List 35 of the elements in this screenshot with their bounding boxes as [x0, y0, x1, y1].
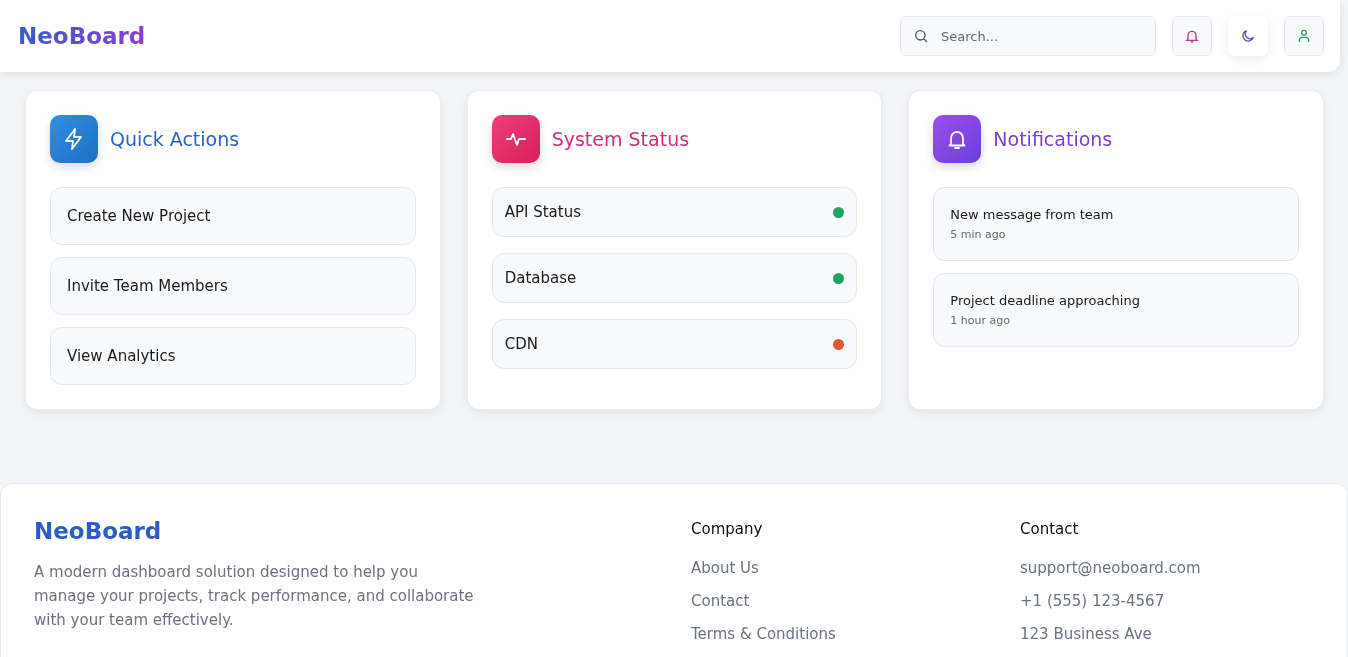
user-icon [1296, 28, 1312, 44]
action-button[interactable]: Invite Team Members [50, 257, 416, 315]
card-title: System Status [551, 128, 690, 150]
footer-link[interactable]: 123 Business Ave [1020, 625, 1314, 643]
moon-icon [1240, 28, 1256, 44]
footer-link[interactable]: +1 (555) 123-4567 [1020, 592, 1314, 610]
notification-text: Project deadline approaching [950, 293, 1141, 308]
card-title: Quick Actions [110, 128, 240, 150]
footer-logo: NeoBoard [34, 518, 163, 544]
notification-time: 1 hour ago [950, 314, 1011, 327]
footer-link[interactable]: About Us [691, 559, 1020, 577]
card-title: Notifications [993, 128, 1113, 150]
notification-time: 5 min ago [950, 228, 1007, 241]
footer-link[interactable]: Terms & Conditions [691, 625, 1020, 643]
notifications-button[interactable] [1172, 16, 1212, 56]
footer-link[interactable]: support@neoboard.com [1020, 559, 1314, 577]
notification-text: New message from team [950, 207, 1115, 222]
profile-button[interactable] [1284, 16, 1324, 56]
notification-item[interactable]: New message from team 5 min ago [933, 187, 1299, 261]
status-label: Database [504, 269, 577, 287]
notification-item[interactable]: Project deadline approaching 1 hour ago [933, 273, 1299, 347]
theme-button[interactable] [1228, 16, 1268, 56]
footer-heading: Contact [1020, 520, 1080, 538]
bell-icon [933, 115, 982, 163]
footer-heading: Company [691, 520, 764, 538]
bell-icon [1184, 28, 1200, 44]
action-button[interactable]: Create New Project [50, 187, 416, 245]
pulse-icon [491, 115, 540, 163]
lightning-icon [50, 115, 98, 163]
status-label: API Status [504, 203, 581, 221]
action-button[interactable]: View Analytics [50, 327, 416, 385]
footer-description: A modern dashboard solution designed to help you manage your projects, track performance, and collaborate with your team effectively. [34, 562, 474, 631]
footer-link[interactable]: Contact [691, 592, 1020, 610]
search-field[interactable]: Search... [900, 16, 1156, 56]
status-label: CDN [504, 335, 538, 353]
